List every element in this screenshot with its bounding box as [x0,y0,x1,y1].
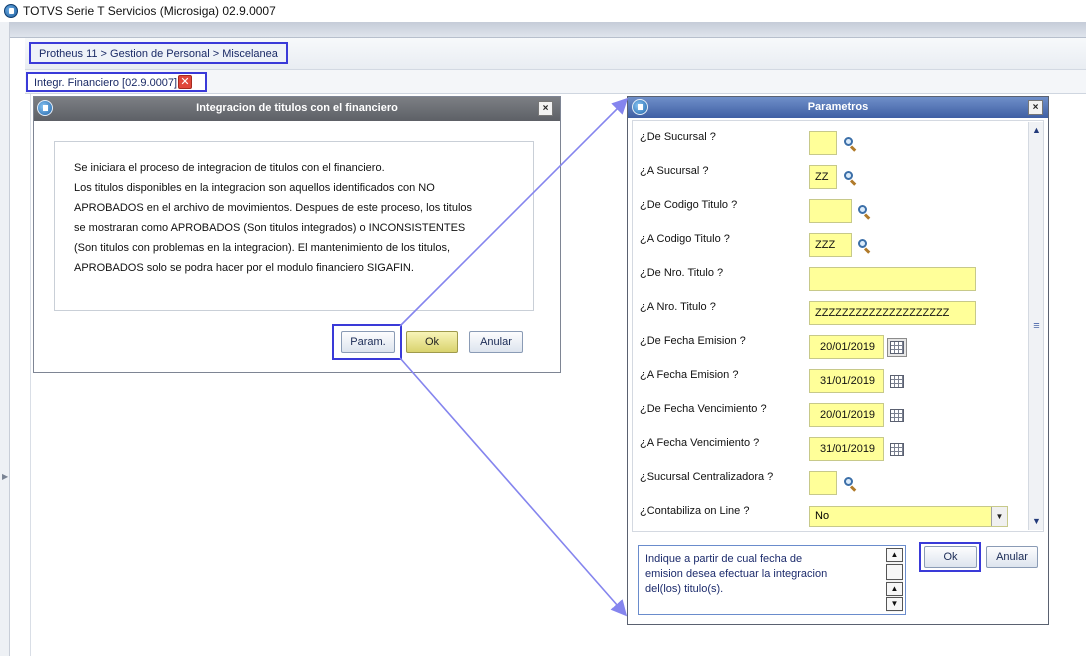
sucursal-centralizadora-input[interactable] [809,471,837,495]
field-label: ¿De Fecha Emision ? [640,335,746,347]
params-cancel-button[interactable]: Anular [986,546,1038,568]
calendar-icon[interactable] [890,443,904,456]
left-collapse-strip[interactable]: ▶ [0,22,10,656]
window-title: TOTVS Serie T Servicios (Microsiga) 02.9… [23,4,276,18]
scroll-thumb-icon[interactable]: ≡ [1031,320,1042,332]
contabiliza-select-value: No [815,510,830,522]
integration-dialog-title: Integracion de titulos con el financiero [196,102,398,114]
contabiliza-select[interactable]: No ▼ [809,506,1008,527]
calendar-icon[interactable] [890,375,904,388]
field-label: ¿De Codigo Titulo ? [640,199,738,211]
de-fecha-emision-input[interactable]: 20/01/2019 [809,335,884,359]
help-line: Indique a partir de cual fecha de [645,553,803,565]
dropdown-icon[interactable]: ▼ [991,507,1007,526]
message-line: Los titulos disponibles en la integracio… [74,182,435,194]
field-label: ¿De Sucursal ? [640,131,716,143]
a-sucursal-input[interactable]: ZZ [809,165,837,189]
totvs-logo-icon [4,4,18,18]
help-line: emision desea efectuar la integracion [645,568,828,580]
expand-arrow-icon[interactable]: ▶ [2,472,8,481]
message-line: (Son titulos con problemas en la integra… [74,242,451,254]
help-scroll-down-icon[interactable]: ▼ [886,597,903,611]
params-ok-button[interactable]: Ok [924,546,977,568]
search-icon[interactable] [857,204,871,220]
a-fecha-vencimiento-input[interactable]: 31/01/2019 [809,437,884,461]
help-scroll-thumb[interactable] [886,564,903,580]
help-scrollbar[interactable]: ▲ ▲ ▼ [886,548,903,612]
de-codigo-titulo-input[interactable] [809,199,852,223]
param-button[interactable]: Param. [341,331,395,353]
cancel-button[interactable]: Anular [469,331,523,353]
ok-button[interactable]: Ok [406,331,458,353]
help-scroll-up-icon[interactable]: ▲ [886,582,903,596]
field-label: ¿Sucursal Centralizadora ? [640,471,774,483]
de-nro-titulo-input[interactable] [809,267,976,291]
app-header-strip [10,22,1086,38]
a-codigo-titulo-input[interactable]: ZZZ [809,233,852,257]
field-label: ¿A Sucursal ? [640,165,709,177]
scroll-up-icon[interactable]: ▲ [1031,125,1042,136]
search-icon[interactable] [843,476,857,492]
field-label: ¿A Nro. Titulo ? [640,301,716,313]
message-line: APROBADOS solo se podra hacer por el mod… [74,262,414,274]
message-line: APROBADOS en el archivo de movimientos. … [74,202,473,214]
calendar-icon[interactable] [890,409,904,422]
de-sucursal-input[interactable] [809,131,837,155]
window-title-bar: TOTVS Serie T Servicios (Microsiga) 02.9… [0,0,1086,22]
parameters-dialog-title: Parametros [807,101,869,113]
scroll-down-icon[interactable]: ▼ [1031,516,1042,527]
field-label: ¿A Fecha Vencimiento ? [640,437,760,449]
message-line: se mostraran como APROBADOS (Son titulos… [74,222,466,234]
message-line: Se iniciara el proceso de integracion de… [74,162,385,174]
field-label: ¿A Fecha Emision ? [640,369,739,381]
search-icon[interactable] [843,170,857,186]
integration-dialog-titlebar: Integracion de titulos con el financiero… [34,97,560,121]
calendar-icon[interactable] [890,341,904,354]
parameters-dialog-titlebar: Parametros × [628,97,1048,118]
help-line: del(los) titulo(s). [645,583,724,595]
breadcrumb[interactable]: Protheus 11 > Gestion de Personal > Misc… [29,42,288,64]
a-fecha-emision-input[interactable]: 31/01/2019 [809,369,884,393]
tab-close-icon[interactable]: ✕ [178,75,192,89]
search-icon[interactable] [857,238,871,254]
parameters-dialog-close-icon[interactable]: × [1028,100,1043,115]
integration-dialog-close-icon[interactable]: × [538,101,553,116]
field-label: ¿Contabiliza on Line ? [640,505,750,517]
a-nro-titulo-input[interactable]: ZZZZZZZZZZZZZZZZZZZZ [809,301,976,325]
field-label: ¿De Fecha Vencimiento ? [640,403,767,415]
field-label: ¿De Nro. Titulo ? [640,267,724,279]
search-icon[interactable] [843,136,857,152]
de-fecha-vencimiento-input[interactable]: 20/01/2019 [809,403,884,427]
help-scroll-up-icon[interactable]: ▲ [886,548,903,562]
field-label: ¿A Codigo Titulo ? [640,233,730,245]
parameters-scrollbar[interactable]: ▲ ≡ ▼ [1028,122,1043,530]
